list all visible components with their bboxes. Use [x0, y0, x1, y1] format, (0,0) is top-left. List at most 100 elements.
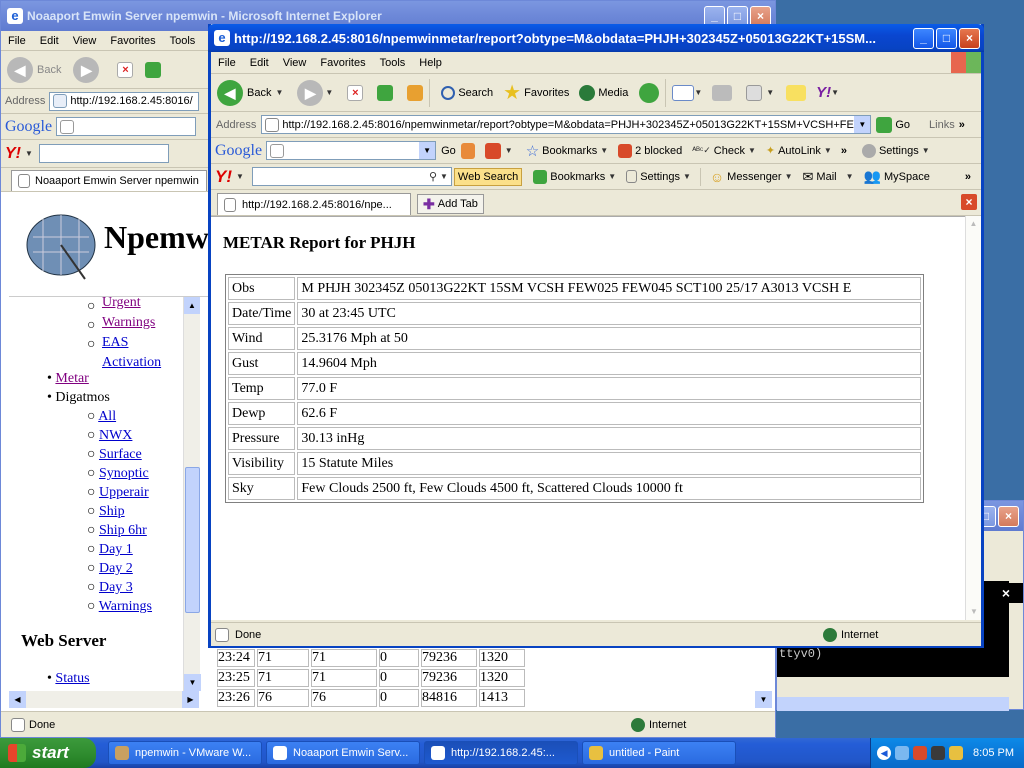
back-horizontal-scrollbar[interactable]: ◀ ▶ [9, 691, 199, 708]
forward-arrow-icon[interactable]: ▶ [297, 79, 324, 106]
back-label[interactable]: Back [37, 64, 61, 76]
nav-link-synoptic[interactable]: Synoptic [99, 466, 149, 481]
menu-help[interactable]: Help [412, 57, 449, 69]
close-tab-icon[interactable]: × [961, 194, 977, 210]
tray-volume-icon[interactable] [949, 746, 964, 760]
tray-app-icon[interactable] [931, 746, 946, 760]
menu-tools[interactable]: Tools [163, 35, 203, 47]
menu-view[interactable]: View [276, 57, 314, 69]
minimize-button[interactable]: _ [913, 27, 934, 49]
nav-link-metar[interactable]: Metar [55, 371, 88, 386]
refresh-icon[interactable] [145, 61, 162, 78]
nav-link-upperair[interactable]: Upperair [99, 485, 149, 500]
menu-file[interactable]: File [1, 35, 33, 47]
scroll-thumb[interactable] [185, 467, 200, 613]
menu-view[interactable]: View [66, 35, 104, 47]
edit-dropdown-icon[interactable]: ▼ [766, 88, 774, 97]
back-arrow-icon[interactable]: ◀ [217, 79, 243, 106]
clock[interactable]: 8:05 PM [973, 747, 1014, 759]
menu-tools[interactable]: Tools [373, 57, 413, 69]
back-yahoo-search-input[interactable] [38, 144, 169, 163]
yahoo-icon[interactable]: Y! [816, 84, 831, 101]
refresh-icon[interactable] [377, 84, 394, 101]
back-address-input[interactable]: http://192.168.2.45:8016/ [49, 91, 200, 111]
google-dropdown-icon[interactable]: ▼ [419, 142, 436, 159]
popup-blocked-button[interactable]: 2 blocked [613, 143, 687, 158]
nav-link-eas[interactable]: EAS [102, 335, 128, 350]
mail-icon[interactable] [672, 84, 695, 101]
yahoo-web-search-button[interactable]: Web Search [453, 167, 523, 186]
search-button[interactable]: Search [436, 85, 498, 100]
nav-link-day-3[interactable]: Day 3 [99, 580, 133, 595]
stop-icon[interactable]: × [347, 84, 364, 101]
nav-link-ship-6hr[interactable]: Ship 6hr [99, 523, 147, 538]
google-bookmarks-button[interactable]: ☆ Bookmarks ▼ [521, 142, 613, 160]
tray-security-icon[interactable] [913, 746, 928, 760]
nav-link-all[interactable]: All [98, 409, 116, 424]
nav-link-nwx[interactable]: NWX [99, 428, 132, 443]
taskbar-item-metar-report[interactable]: http://192.168.2.45:... [424, 741, 578, 765]
back-tab[interactable]: Noaaport Emwin Server npemwin [11, 169, 207, 191]
mail-button[interactable]: ✉ Mail ▼ [798, 169, 859, 185]
nav-link-surface[interactable]: Surface [99, 447, 142, 462]
scroll-right-icon[interactable]: ▶ [182, 691, 199, 708]
back-right-scrollbar[interactable]: ▼ [755, 691, 772, 708]
nav-link-status[interactable]: Status [55, 671, 89, 686]
scroll-down-icon[interactable]: ▼ [966, 604, 982, 620]
scroll-up-icon[interactable]: ▲ [184, 297, 200, 314]
menu-edit[interactable]: Edit [243, 57, 276, 69]
google-go-button[interactable]: Go [436, 145, 461, 157]
print-icon[interactable] [712, 84, 733, 101]
mail-dropdown-icon[interactable]: ▼ [694, 88, 702, 97]
front-address-input[interactable]: http://192.168.2.45:8016/npemwinmetar/re… [261, 115, 872, 134]
links-label[interactable]: Links [929, 119, 955, 131]
menu-file[interactable]: File [211, 57, 243, 69]
yahoo-bookmarks-button[interactable]: Bookmarks ▼ [528, 169, 621, 184]
forward-dropdown-icon[interactable]: ▼ [325, 88, 333, 97]
autolink-button[interactable]: ✦ AutoLink ▼ [761, 144, 837, 158]
maximize-button[interactable]: □ [936, 27, 957, 49]
yahoo-dropdown-icon[interactable]: ▼ [236, 172, 244, 181]
back-label[interactable]: Back [247, 87, 271, 99]
back-google-input[interactable] [56, 117, 197, 136]
favorites-button[interactable]: ★ Favorites [498, 80, 574, 105]
scroll-up-icon[interactable]: ▲ [966, 216, 981, 232]
add-tab-button[interactable]: ✚ Add Tab [417, 194, 484, 214]
nav-link-urgent[interactable]: Urgent [102, 295, 141, 310]
terminal-close-icon[interactable]: × [989, 583, 1023, 603]
spell-check-button[interactable]: ᴬᴮᶜ✓ Check ▼ [687, 145, 761, 157]
taskbar-item-noaaport[interactable]: Noaaport Emwin Serv... [266, 741, 420, 765]
messenger-button[interactable]: ☺ Messenger ▼ [705, 169, 798, 185]
taskbar-item-vmware[interactable]: npemwin - VMware W... [108, 741, 262, 765]
back-left-scrollbar[interactable]: ▲ ▼ [183, 297, 201, 691]
puzzle-dropdown-icon[interactable]: ▼ [505, 146, 513, 155]
scroll-left-icon[interactable]: ◀ [9, 691, 26, 708]
back-dropdown-icon[interactable]: ▼ [275, 88, 283, 97]
google-settings-button[interactable]: Settings ▼ [857, 143, 935, 158]
history-icon[interactable] [639, 82, 660, 103]
links-chevron-icon[interactable]: » [959, 119, 965, 131]
close-button[interactable]: × [998, 505, 1019, 527]
google-search-input[interactable]: ▼ [266, 141, 437, 160]
notes-icon[interactable] [786, 84, 807, 101]
media-button[interactable]: Media [574, 84, 633, 101]
home-icon[interactable] [407, 84, 424, 101]
menu-favorites[interactable]: Favorites [103, 35, 162, 47]
terminal-scrollbar[interactable] [777, 697, 1009, 711]
yahoo-dropdown-icon[interactable]: ▼ [831, 88, 839, 97]
yahoo-settings-button[interactable]: Settings ▼ [621, 170, 696, 183]
nav-link-warnings-2[interactable]: Warnings [99, 599, 152, 614]
front-tab[interactable]: http://192.168.2.45:8016/npe... [217, 193, 411, 215]
back-arrow-icon[interactable]: ◀ [7, 56, 33, 83]
nav-link-warnings[interactable]: Warnings [102, 315, 155, 330]
tray-expand-icon[interactable]: ◀ [877, 746, 892, 760]
yahoo-search-input[interactable]: ⚲ ▼ [251, 167, 452, 186]
front-window-titlebar[interactable]: e http://192.168.2.45:8016/npemwinmetar/… [208, 24, 984, 52]
menu-favorites[interactable]: Favorites [313, 57, 372, 69]
nav-link-day-1[interactable]: Day 1 [99, 542, 133, 557]
go-button[interactable]: Go [871, 116, 915, 133]
google-more-icon[interactable]: » [841, 145, 847, 157]
start-button[interactable]: start [0, 738, 96, 768]
google-puzzle-icon[interactable] [484, 142, 501, 159]
tray-network-icon[interactable] [895, 746, 910, 760]
